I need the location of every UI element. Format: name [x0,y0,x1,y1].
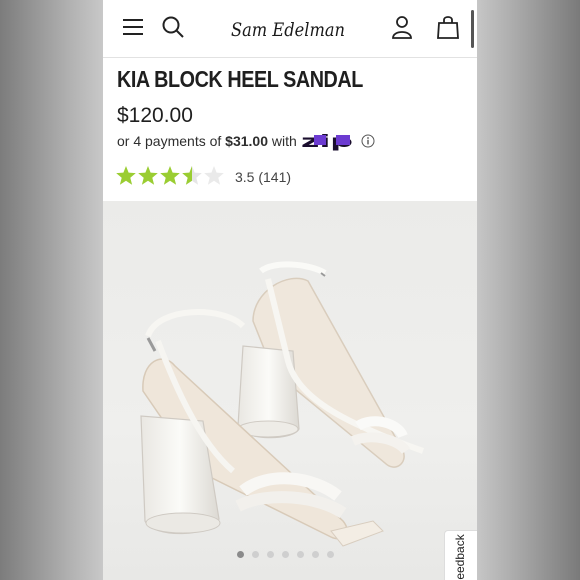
product-image[interactable] [103,201,477,580]
empty-star-icon [204,166,224,185]
feedback-tab[interactable]: Feedback [444,530,477,580]
background-left [0,0,103,580]
zip-logo[interactable]: zip [300,131,356,151]
background-right [477,0,580,580]
installment-text: or 4 payments of $31.00 with [117,133,297,149]
gallery-pagination [237,551,334,559]
site-header: Sam Edelman [103,0,477,58]
product-title: KIA BLOCK HEEL SANDAL [117,66,363,92]
search-icon[interactable] [160,14,186,40]
gallery-dot[interactable] [252,551,259,558]
half-star-icon [182,166,202,185]
installment-prefix: or 4 payments of [117,133,222,149]
feedback-label: Feedback [453,534,467,580]
mobile-page: Sam Edelman KIA BLOCK HEEL SANDAL $120.0… [103,0,477,580]
gallery-dot[interactable] [282,551,289,558]
product-price: $120.00 [117,104,193,127]
installment-amount: $31.00 [225,133,268,149]
scrollbar-thumb[interactable] [471,10,474,48]
installment-suffix: with [271,133,297,149]
sandal-illustration [140,261,425,547]
info-icon[interactable] [361,134,375,148]
brand-logo[interactable]: Sam Edelman [229,10,349,46]
gallery-dot[interactable] [237,551,244,558]
gallery-dot[interactable] [267,551,274,558]
svg-text:Sam Edelman: Sam Edelman [231,19,345,41]
rating-stars[interactable] [115,165,225,187]
gallery-dot[interactable] [327,551,334,558]
account-icon[interactable] [389,14,415,40]
rating-summary[interactable]: 3.5 (141) [235,169,291,185]
gallery-dot[interactable] [312,551,319,558]
star-icon [160,166,180,185]
star-icon [116,166,136,185]
menu-icon[interactable] [120,14,146,40]
star-icon [138,166,158,185]
shopping-bag-icon[interactable] [435,14,461,40]
gallery-dot[interactable] [297,551,304,558]
